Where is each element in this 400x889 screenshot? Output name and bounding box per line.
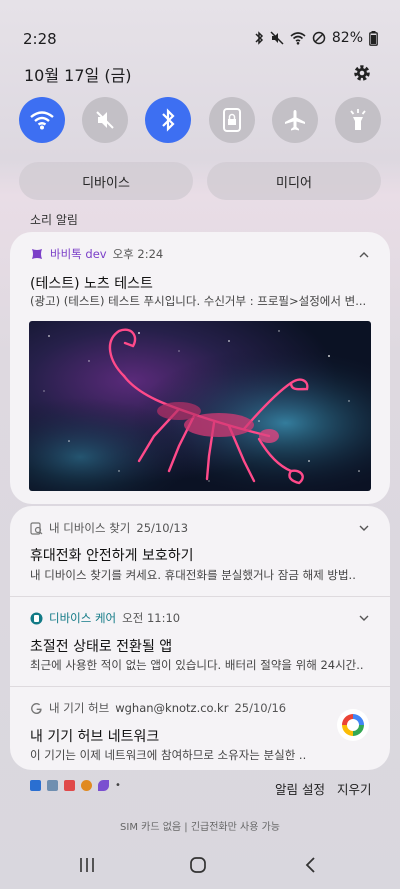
notification-app-name: 내 기기 허브 [49, 701, 110, 715]
notification-card-babitalk[interactable]: 바비톡 dev 오후 2:24 (테스트) 노츠 테스트 (광고) (테스트) … [10, 232, 390, 504]
chevron-down-icon[interactable] [358, 612, 370, 624]
notification-body: (광고) (테스트) 테스트 푸시입니다. 수신거부 : 프로필>설정에서 변.… [30, 294, 367, 308]
battery-percent: 82% [331, 30, 363, 46]
notification-time: 오후 2:24 [112, 247, 164, 261]
notification-title: 내 기기 허브 네트워크 [30, 729, 160, 745]
notification-body: 내 디바이스 찾기를 켜세요. 휴대전화를 분실했거나 잠금 해제 방법.. [30, 568, 356, 582]
divider [10, 596, 390, 597]
notification-device-care[interactable]: 디바이스 케어 오전 11:10 초절전 상태로 전환될 앱 최근에 사용한 적… [10, 598, 390, 684]
notification-time: 오전 11:10 [122, 611, 181, 625]
quick-settings [19, 97, 381, 143]
screen-record-icon [64, 780, 75, 791]
date-label: 10월 17일 (금) [24, 66, 132, 85]
airplane-icon [284, 110, 305, 131]
app-icon [81, 780, 92, 791]
wifi-toggle[interactable] [19, 97, 65, 143]
notification-app-name: 바비톡 dev [50, 247, 107, 261]
notification-title: (테스트) 노츠 테스트 [30, 276, 153, 292]
notification-title: 초절전 상태로 전환될 앱 [30, 639, 173, 655]
status-bar: 2:28 82% [0, 0, 400, 60]
recent-apps-icon[interactable] [78, 856, 96, 874]
chevron-up-icon[interactable] [358, 249, 370, 261]
notification-settings-button[interactable]: 알림 설정 [275, 779, 325, 798]
lock-icon [222, 108, 241, 132]
notification-header: 바비톡 dev 오후 2:24 [30, 246, 163, 262]
hidden-app-icons: • [30, 780, 121, 791]
no-sim-icon [312, 31, 326, 45]
flashlight-toggle[interactable] [334, 97, 381, 143]
app-icon [98, 780, 109, 791]
clear-all-button[interactable]: 지우기 [337, 779, 372, 798]
mute-icon [270, 31, 284, 45]
notification-body: 최근에 사용한 적이 없는 앱이 있습니다. 배터리 절약을 위해 24시간.. [30, 658, 364, 672]
google-icon [31, 702, 42, 714]
scorpion-image [29, 321, 371, 491]
notification-actions-bar: • 알림 설정 지우기 [0, 772, 400, 802]
notification-account: wghan@knotz.co.kr [115, 701, 229, 715]
notification-title: 휴대전화 안전하게 보호하기 [30, 548, 194, 564]
section-label: 소리 알림 [30, 213, 78, 227]
notification-body: 이 기기는 이제 네트워크에 참여하므로 소유자는 분실한 .. [30, 748, 307, 762]
airplane-toggle[interactable] [271, 97, 318, 143]
wifi-status-icon [290, 32, 306, 45]
notification-find-my-device[interactable]: 내 디바이스 찾기 25/10/13 휴대전화 안전하게 보호하기 내 디바이스… [10, 506, 390, 592]
notification-stack: 내 디바이스 찾기 25/10/13 휴대전화 안전하게 보호하기 내 디바이스… [10, 506, 390, 770]
notification-app-name: 내 디바이스 찾기 [49, 521, 131, 535]
device-care-icon [30, 612, 43, 624]
bluetooth-icon [162, 108, 175, 132]
lock-screen-toggle[interactable] [208, 97, 255, 143]
devices-button[interactable]: 디바이스 [19, 162, 193, 200]
flashlight-icon [350, 109, 366, 130]
notification-header: 디바이스 케어 오전 11:10 [30, 610, 180, 626]
device-media-row: 디바이스 미디어 [19, 162, 381, 200]
app-icon [30, 780, 41, 791]
more-dot-icon: • [115, 780, 121, 791]
babitalk-app-icon [32, 249, 42, 259]
notification-device-hub[interactable]: 내 기기 허브 wghan@knotz.co.kr 25/10/16 내 기기 … [10, 688, 390, 770]
notification-app-name: 디바이스 케어 [49, 611, 117, 625]
sim-status-text: SIM 카드 없음 | 긴급전화만 사용 가능 [120, 822, 280, 833]
status-icons: 82% [254, 30, 378, 46]
chevron-down-icon[interactable] [358, 522, 370, 534]
notification-header: 내 기기 허브 wghan@knotz.co.kr 25/10/16 [30, 700, 286, 716]
bluetooth-toggle[interactable] [145, 97, 192, 143]
find-device-icon [30, 521, 43, 535]
battery-icon [369, 30, 378, 46]
back-icon[interactable] [302, 856, 320, 874]
gear-icon[interactable] [352, 63, 372, 83]
mute-icon [96, 111, 114, 129]
notification-time: 25/10/16 [234, 701, 287, 715]
gallery-icon [47, 780, 58, 791]
sound-toggle[interactable] [82, 97, 129, 143]
media-button[interactable]: 미디어 [207, 162, 381, 200]
navigation-bar [0, 850, 400, 885]
bluetooth-icon [255, 31, 263, 45]
status-time: 2:28 [23, 30, 57, 48]
home-icon[interactable] [189, 856, 207, 874]
notification-image [29, 321, 371, 491]
notification-header: 내 디바이스 찾기 25/10/13 [30, 520, 188, 536]
divider [10, 686, 390, 687]
wifi-icon [30, 111, 54, 130]
notification-time: 25/10/13 [136, 521, 189, 535]
device-hub-icon [337, 709, 369, 741]
